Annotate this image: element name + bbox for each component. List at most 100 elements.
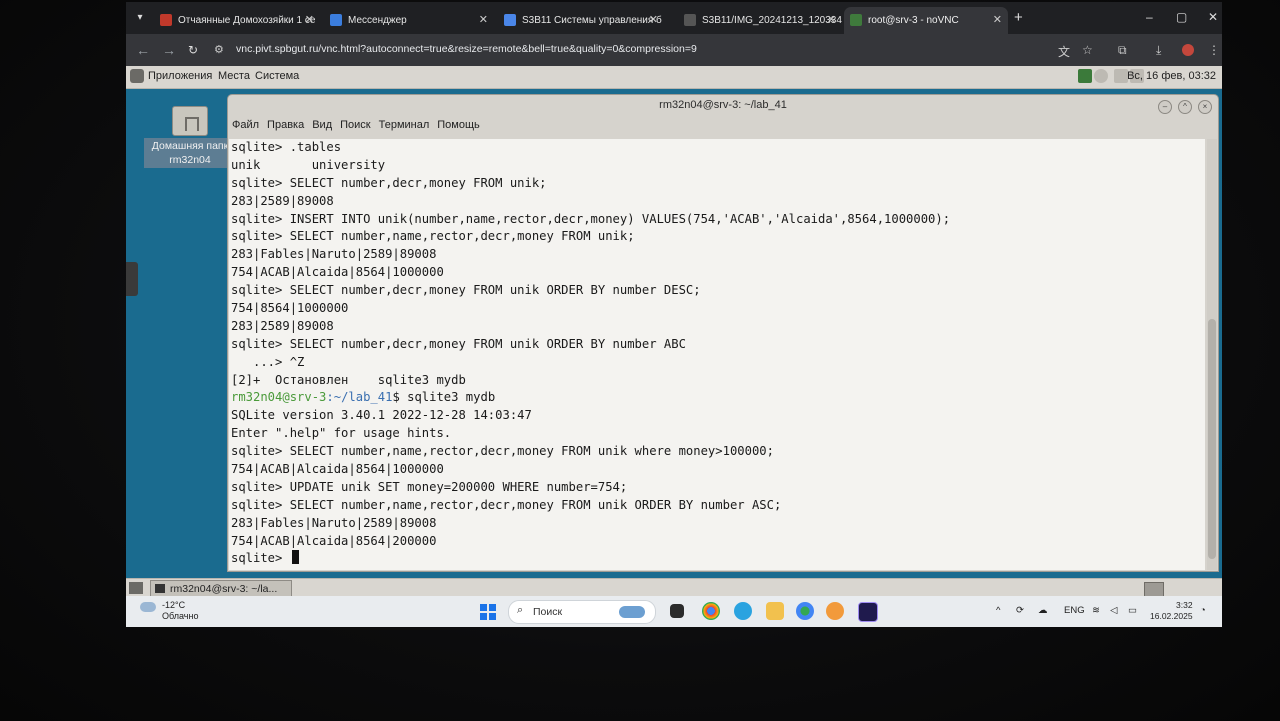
chrome-profile-icon[interactable] <box>796 602 814 620</box>
terminal-close-icon[interactable]: × <box>1198 100 1212 114</box>
terminal-line-text: sqlite> INSERT INTO unik(number,name,rec… <box>231 211 951 226</box>
browser-tab[interactable]: S3B11 Системы управления б ✕ <box>498 7 664 34</box>
terminal-line: sqlite> SELECT number,decr,money FROM un… <box>231 282 950 300</box>
profile-avatar[interactable] <box>1182 44 1194 56</box>
address-bar-url[interactable]: vnc.pivt.spbgut.ru/vnc.html?autoconnect=… <box>236 43 697 55</box>
site-info-icon[interactable]: ⚙ <box>214 43 224 56</box>
windows-start-icon[interactable] <box>480 604 496 620</box>
tab-title: Отчаянные Домохозяйки 1 се <box>178 15 316 26</box>
terminal-menu-item[interactable]: Поиск <box>340 119 370 131</box>
terminal-line-text: sqlite> SELECT number,decr,money FROM un… <box>231 336 686 351</box>
tab-title: Мессенджер <box>348 15 407 26</box>
terminal-line-text: Enter ".help" for usage hints. <box>231 426 452 441</box>
gnome-clock[interactable]: Вс, 16 фев, 03:32 <box>1127 70 1216 82</box>
terminal-line-text: 283|Fables|Naruto|2589|89008 <box>231 515 437 530</box>
show-hidden-icons[interactable]: ^ <box>996 605 1000 616</box>
terminal-menu-item[interactable]: Терминал <box>379 119 430 131</box>
home-folder-label[interactable]: Домашняя папк rm32n04 <box>144 138 236 168</box>
browser-tab[interactable]: Мессенджер ✕ <box>324 7 494 34</box>
notifications-icon[interactable]: ◔ <box>1200 605 1206 616</box>
onedrive-icon[interactable]: ☁ <box>1038 605 1048 616</box>
wifi-icon[interactable]: ≋ <box>1092 605 1100 616</box>
terminal-menu-item[interactable]: Правка <box>267 119 304 131</box>
tab-title: S3B11/IMG_20241213_120334 <box>702 15 842 26</box>
tab-search-icon[interactable]: ▾ <box>132 10 148 26</box>
terminal-line: sqlite> INSERT INTO unik(number,name,rec… <box>231 211 950 229</box>
novnc-sidebar-handle[interactable] <box>126 262 138 296</box>
taskbar-clock[interactable]: 3:32 16.02.2025 <box>1150 600 1193 622</box>
tab-title: root@srv-3 - noVNC <box>868 15 959 26</box>
terminal-line: 283|2589|89008 <box>231 318 950 336</box>
browser-menu-icon[interactable]: ⋮ <box>1208 43 1220 57</box>
close-tab-icon[interactable]: ✕ <box>827 7 836 34</box>
docs-icon <box>504 14 516 27</box>
menu-system[interactable]: Система <box>255 70 299 82</box>
gnome-foot-icon[interactable] <box>130 69 144 83</box>
speaker-icon[interactable]: ◁ <box>1110 605 1117 616</box>
terminal-line: [2]+ Остановлен sqlite3 mydb <box>231 372 950 390</box>
browser-tab[interactable]: S3B11/IMG_20241213_120334 ✕ <box>678 7 842 34</box>
browser-toolbar: ← → ↻ ⚙ vnc.pivt.spbgut.ru/vnc.html?auto… <box>126 34 1222 66</box>
address-bar[interactable]: ⚙ vnc.pivt.spbgut.ru/vnc.html?autoconnec… <box>206 39 1076 61</box>
back-icon[interactable]: ← <box>136 42 150 58</box>
maximize-icon[interactable]: ▢ <box>1176 10 1187 24</box>
file-explorer-icon[interactable] <box>766 602 784 620</box>
close-tab-icon[interactable]: ✕ <box>479 7 488 34</box>
terminal-title: rm32n04@srv-3: ~/lab_41 <box>659 99 787 111</box>
minimize-icon[interactable]: – <box>1146 10 1153 24</box>
network-monitor-icon <box>1078 69 1092 83</box>
close-tab-icon[interactable]: ✕ <box>305 7 314 34</box>
weather-widget[interactable]: -12°C Облачно <box>140 600 198 622</box>
close-tab-icon[interactable]: ✕ <box>649 7 658 34</box>
search-placeholder: Поиск <box>533 606 563 618</box>
battery-icon[interactable]: ▭ <box>1128 605 1137 616</box>
terminal-line: 754|ACAB|Alcaida|8564|1000000 <box>231 461 950 479</box>
new-tab-button[interactable]: + <box>1014 9 1023 26</box>
terminal-menubar: Файл Правка Вид Поиск Терминал Помощь <box>232 119 488 131</box>
taskbar-search[interactable]: ⌕ Поиск <box>508 600 656 624</box>
terminal-line: 283|Fables|Naruto|2589|89008 <box>231 246 950 264</box>
terminal-output[interactable]: sqlite> .tables unik university sqlite> SE… <box>229 139 1205 570</box>
terminal-line: 754|ACAB|Alcaida|8564|200000 <box>231 533 950 551</box>
terminal-menu-item[interactable]: Вид <box>312 119 332 131</box>
browser-tab[interactable]: root@srv-3 - noVNC ✕ <box>844 7 1008 34</box>
chrome-icon[interactable] <box>702 602 720 620</box>
close-window-icon[interactable]: ✕ <box>1208 10 1218 24</box>
tray-sync-icon[interactable]: ⟳ <box>1016 605 1024 616</box>
workspace-switcher[interactable] <box>1144 582 1164 597</box>
terminal-maximize-icon[interactable]: ^ <box>1178 100 1192 114</box>
terminal-line-text: 283|Fables|Naruto|2589|89008 <box>231 247 437 262</box>
terminal-menu-item[interactable]: Помощь <box>437 119 480 131</box>
remote-desktop: Приложения Места Система Вс, 16 фев, 03:… <box>126 66 1222 627</box>
terminal-line: sqlite> <box>231 550 950 568</box>
terminal-line: 754|8564|1000000 <box>231 300 950 318</box>
telegram-icon[interactable] <box>734 602 752 620</box>
reload-icon[interactable]: ↻ <box>188 43 198 57</box>
download-icon[interactable]: ⤓ <box>1156 43 1161 58</box>
browser-tab[interactable]: Отчаянные Домохозяйки 1 се ✕ <box>154 7 320 34</box>
app-icon[interactable] <box>826 602 844 620</box>
volume-icon[interactable] <box>1094 69 1108 83</box>
terminal-line-text: sqlite> SELECT number,decr,money FROM un… <box>231 283 701 298</box>
terminal-minimize-icon[interactable]: – <box>1158 100 1172 114</box>
home-folder-label-line: rm32n04 <box>169 154 211 166</box>
premiere-icon[interactable] <box>858 602 878 622</box>
language-indicator[interactable]: ENG <box>1064 605 1085 616</box>
extensions-icon[interactable]: ⧉ <box>1118 43 1127 58</box>
bookmark-star-icon[interactable]: ☆ <box>1082 43 1093 57</box>
terminal-line: sqlite> SELECT number,name,rector,decr,m… <box>231 443 950 461</box>
show-desktop-icon[interactable] <box>129 582 143 594</box>
scrollbar-thumb[interactable] <box>1208 319 1216 559</box>
forward-icon[interactable]: → <box>162 42 176 58</box>
menu-places[interactable]: Места <box>218 70 250 82</box>
menu-applications[interactable]: Приложения <box>148 70 212 82</box>
terminal-menu-item[interactable]: Файл <box>232 119 259 131</box>
tray-icon <box>1114 69 1128 83</box>
task-view-icon[interactable] <box>670 604 684 618</box>
close-tab-icon[interactable]: ✕ <box>993 7 1002 34</box>
terminal-line: 754|ACAB|Alcaida|8564|1000000 <box>231 264 950 282</box>
home-folder-icon[interactable] <box>172 106 208 136</box>
terminal-scrollbar[interactable] <box>1207 139 1217 570</box>
home-folder-label-line: Домашняя папк <box>151 140 229 152</box>
translate-icon[interactable]: 文 <box>1058 43 1070 60</box>
